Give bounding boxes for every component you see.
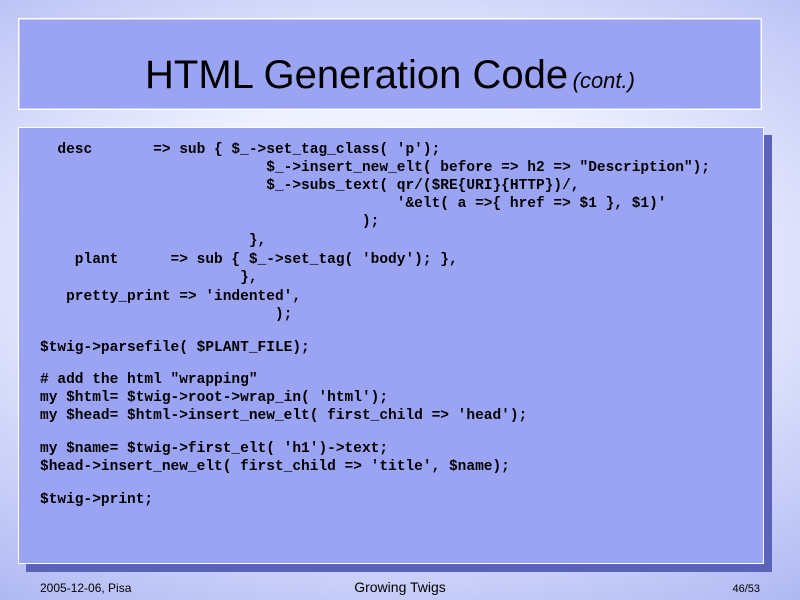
code-line: my $head= $html->insert_new_elt( first_c… (40, 408, 528, 424)
code-line: $twig->print; (40, 492, 154, 508)
code-line: $_->subs_text( qr/($RE{URI}{HTTP})/, (40, 178, 580, 194)
code-line: plant => sub { $_->set_tag( 'body'); }, (40, 252, 458, 268)
code-line: }, (40, 270, 258, 286)
slide-title: HTML Generation Code (cont.) (19, 53, 761, 98)
code-line: my $html= $twig->root->wrap_in( 'html'); (40, 390, 389, 406)
code-line: ); (40, 307, 293, 323)
code-line: ); (40, 214, 380, 230)
code-line: $_->insert_new_elt( before => h2 => "Des… (40, 160, 711, 176)
footer-title: Growing Twigs (354, 579, 446, 595)
code-line: $head->insert_new_elt( first_child => 't… (40, 459, 510, 475)
slide-title-box: HTML Generation Code (cont.) (18, 18, 762, 110)
footer-page-number: 46/53 (732, 583, 760, 595)
slide-title-suffix: (cont.) (572, 68, 635, 93)
code-line: desc => sub { $_->set_tag_class( 'p'); (40, 142, 441, 158)
code-line: '&elt( a =>{ href => $1 }, $1)' (40, 196, 667, 212)
code-line: my $name= $twig->first_elt( 'h1')->text; (40, 441, 389, 457)
code-line: }, (40, 233, 267, 249)
slide-title-main: HTML Generation Code (145, 53, 569, 97)
code-line: pretty_print => 'indented', (40, 289, 302, 305)
code-line: $twig->parsefile( $PLANT_FILE); (40, 340, 310, 356)
code-line: # add the html "wrapping" (40, 372, 258, 388)
